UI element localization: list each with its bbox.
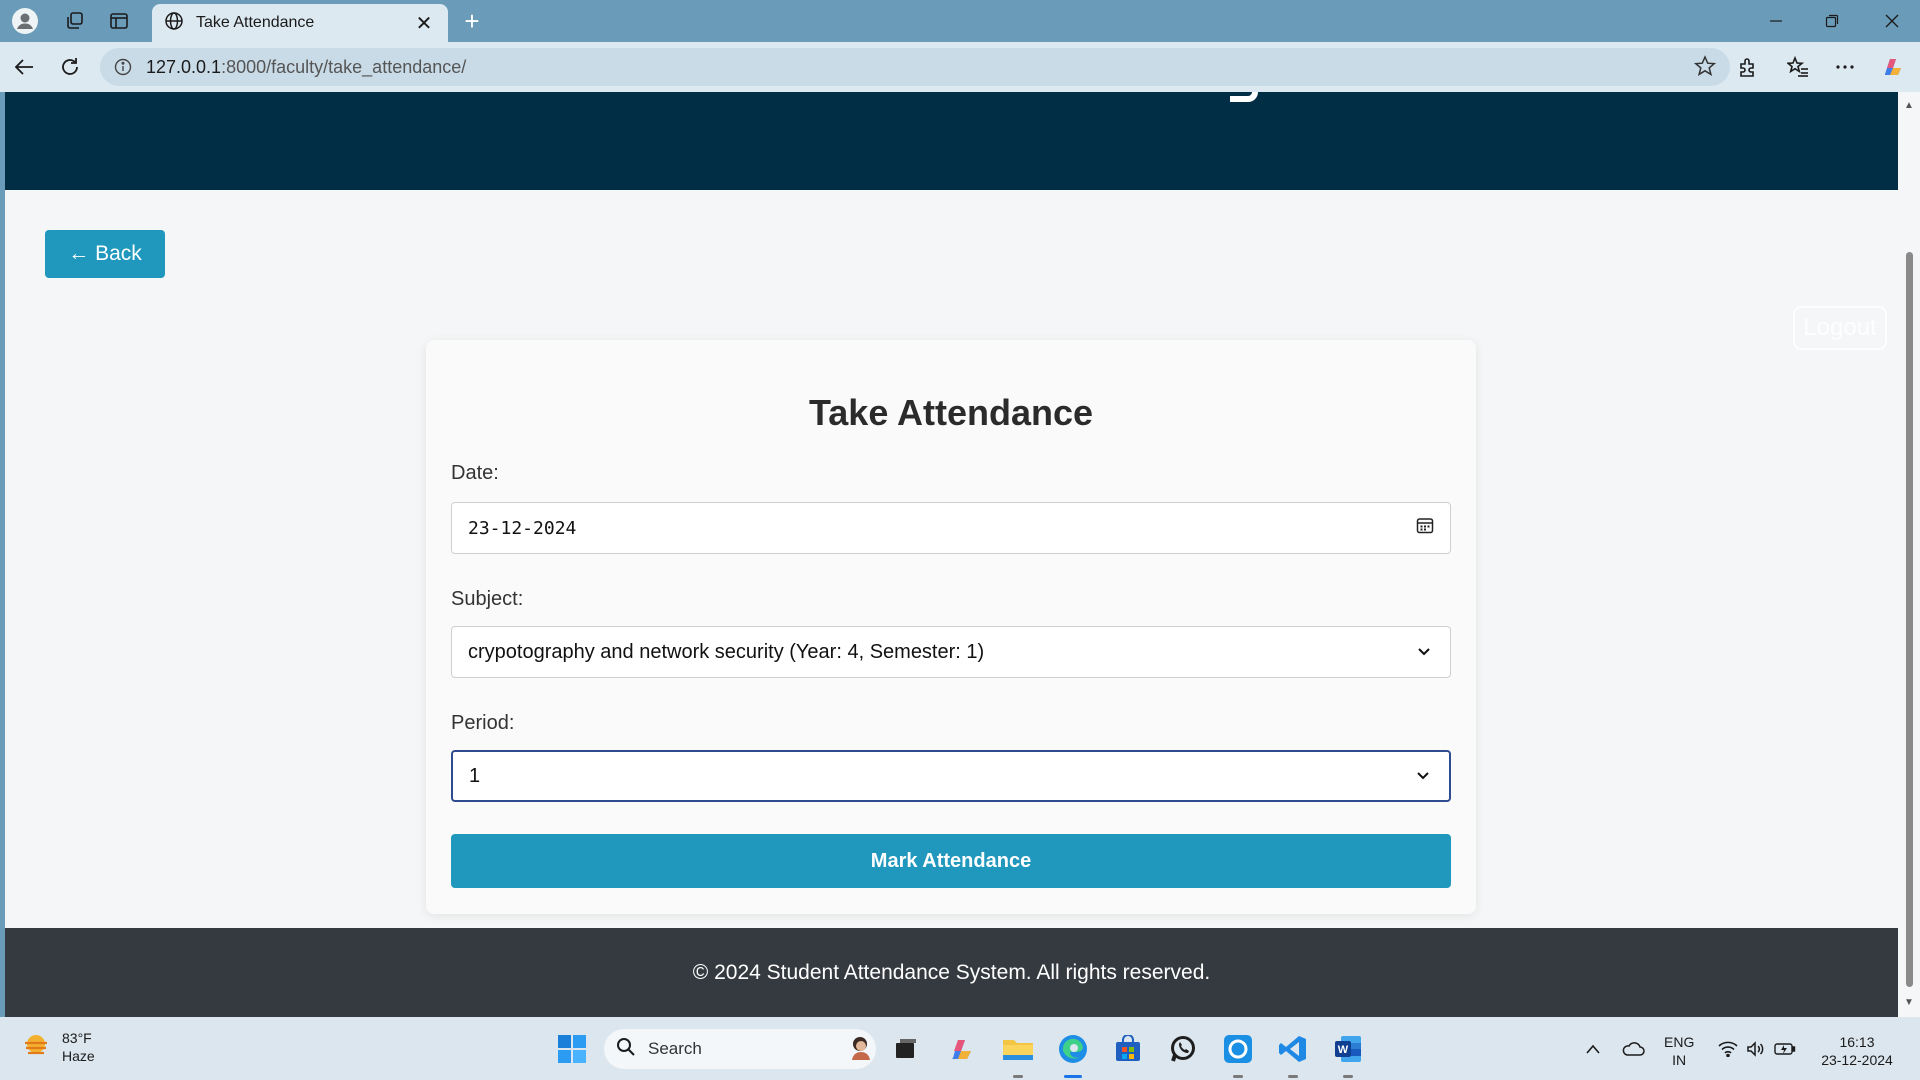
close-window-icon[interactable] <box>1864 0 1920 42</box>
taskbar-search[interactable]: Search <box>604 1029 876 1069</box>
logout-button[interactable]: Logout <box>1793 306 1887 350</box>
refresh-icon[interactable] <box>55 52 85 82</box>
favorite-star-icon[interactable] <box>1693 55 1717 82</box>
profile-icon[interactable] <box>10 6 40 36</box>
extensions-icon[interactable] <box>1733 52 1763 82</box>
browser-title-bar: Take Attendance ✕ + <box>0 0 1920 42</box>
search-highlight-icon <box>846 1032 876 1067</box>
tab-take-attendance[interactable]: Take Attendance ✕ <box>152 4 448 42</box>
footer-text: © 2024 Student Attendance System. All ri… <box>692 960 1211 984</box>
subject-select[interactable]: crypotography and network security (Year… <box>451 626 1451 678</box>
microsoft-store-icon[interactable] <box>1110 1031 1146 1067</box>
mark-attendance-button[interactable]: Mark Attendance <box>451 834 1451 888</box>
minimize-icon[interactable] <box>1748 0 1804 42</box>
more-options-icon[interactable] <box>1830 52 1860 82</box>
copilot-icon[interactable] <box>1878 52 1908 82</box>
alexa-app-icon[interactable] <box>1220 1031 1256 1067</box>
date-value: 23-12-2024 <box>468 517 577 539</box>
task-view-icon[interactable] <box>888 1031 924 1067</box>
subject-value: crypotography and network security (Year… <box>468 640 985 663</box>
language-indicator[interactable]: ENG IN <box>1664 1033 1694 1069</box>
search-placeholder: Search <box>648 1039 702 1058</box>
alexa-running-indicator <box>1233 1075 1243 1078</box>
search-icon <box>616 1037 636 1062</box>
period-label: Period: <box>451 712 515 734</box>
chevron-down-icon <box>1414 642 1434 662</box>
workspaces-icon[interactable] <box>60 6 90 36</box>
subject-label: Subject: <box>451 588 524 610</box>
tab-actions-icon[interactable] <box>104 6 134 36</box>
url-field[interactable]: 127.0.0.1:8000/faculty/take_attendance/ <box>100 48 1730 86</box>
restore-icon[interactable] <box>1804 0 1860 42</box>
header-title-fragment <box>1230 92 1258 102</box>
word-icon[interactable]: W <box>1330 1031 1366 1067</box>
copilot-app-icon[interactable] <box>944 1031 980 1067</box>
haze-sun-icon <box>22 1031 50 1064</box>
scroll-up-icon[interactable]: ▲ <box>1903 100 1915 112</box>
page-scrollbar[interactable]: ▲ ▼ <box>1898 92 1920 1017</box>
weather-condition-text: Haze <box>62 1048 95 1064</box>
windows-taskbar: 83°F Haze Search W ENG IN 16:13 23-12-20… <box>0 1017 1920 1080</box>
page-footer: © 2024 Student Attendance System. All ri… <box>5 928 1898 1017</box>
word-running-indicator <box>1343 1075 1353 1078</box>
period-value: 1 <box>469 764 481 787</box>
date-input[interactable]: 23-12-2024 <box>451 502 1451 554</box>
period-select[interactable]: 1 <box>451 750 1451 802</box>
temperature-text: 83°F <box>62 1030 92 1046</box>
language-text: ENG <box>1664 1034 1695 1050</box>
edge-active-indicator <box>1064 1075 1082 1078</box>
scroll-thumb[interactable] <box>1906 252 1913 987</box>
url-text: 127.0.0.1:8000/faculty/take_attendance/ <box>146 57 466 78</box>
svg-text:W: W <box>1338 1044 1349 1056</box>
url-path: :8000/faculty/take_attendance/ <box>221 56 467 77</box>
clock[interactable]: 16:13 23-12-2024 <box>1818 1033 1896 1069</box>
url-host: 127.0.0.1 <box>146 56 222 77</box>
show-hidden-icons-chevron-up-icon[interactable] <box>1575 1031 1611 1067</box>
close-tab-icon[interactable]: ✕ <box>412 11 436 36</box>
explorer-running-indicator <box>1013 1075 1023 1078</box>
new-tab-button[interactable]: + <box>457 6 487 36</box>
page-viewport: ← Back Logout Take Attendance Date: 23-1… <box>5 92 1898 1017</box>
calendar-icon[interactable] <box>1416 516 1434 540</box>
tab-title: Take Attendance <box>196 14 315 31</box>
address-bar-row: 127.0.0.1:8000/faculty/take_attendance/ <box>0 42 1920 92</box>
favorites-icon[interactable] <box>1783 52 1813 82</box>
windows-start-icon[interactable] <box>554 1031 590 1067</box>
edge-browser-icon[interactable] <box>1055 1031 1091 1067</box>
form-title: Take Attendance <box>808 392 1094 433</box>
weather-widget[interactable]: 83°F Haze <box>22 1029 95 1065</box>
back-arrow-icon[interactable] <box>9 52 39 82</box>
page-header-banner <box>5 92 1898 190</box>
clock-time: 16:13 <box>1839 1034 1875 1050</box>
attendance-form-card: Take Attendance Date: 23-12-2024 Subject… <box>426 340 1476 914</box>
clock-date: 23-12-2024 <box>1821 1052 1893 1068</box>
date-label: Date: <box>451 462 499 484</box>
globe-icon <box>164 11 184 36</box>
chevron-down-icon <box>1413 766 1433 786</box>
region-text: IN <box>1672 1052 1687 1068</box>
battery-icon[interactable] <box>1767 1031 1803 1067</box>
site-info-icon[interactable] <box>112 56 134 78</box>
vscode-icon[interactable] <box>1275 1031 1311 1067</box>
whatsapp-icon[interactable] <box>1165 1031 1201 1067</box>
scroll-down-icon[interactable]: ▼ <box>1903 997 1915 1009</box>
file-explorer-icon[interactable] <box>1000 1031 1036 1067</box>
back-button[interactable]: ← Back <box>45 230 165 278</box>
onedrive-cloud-icon[interactable] <box>1615 1031 1651 1067</box>
vscode-running-indicator <box>1288 1075 1298 1078</box>
